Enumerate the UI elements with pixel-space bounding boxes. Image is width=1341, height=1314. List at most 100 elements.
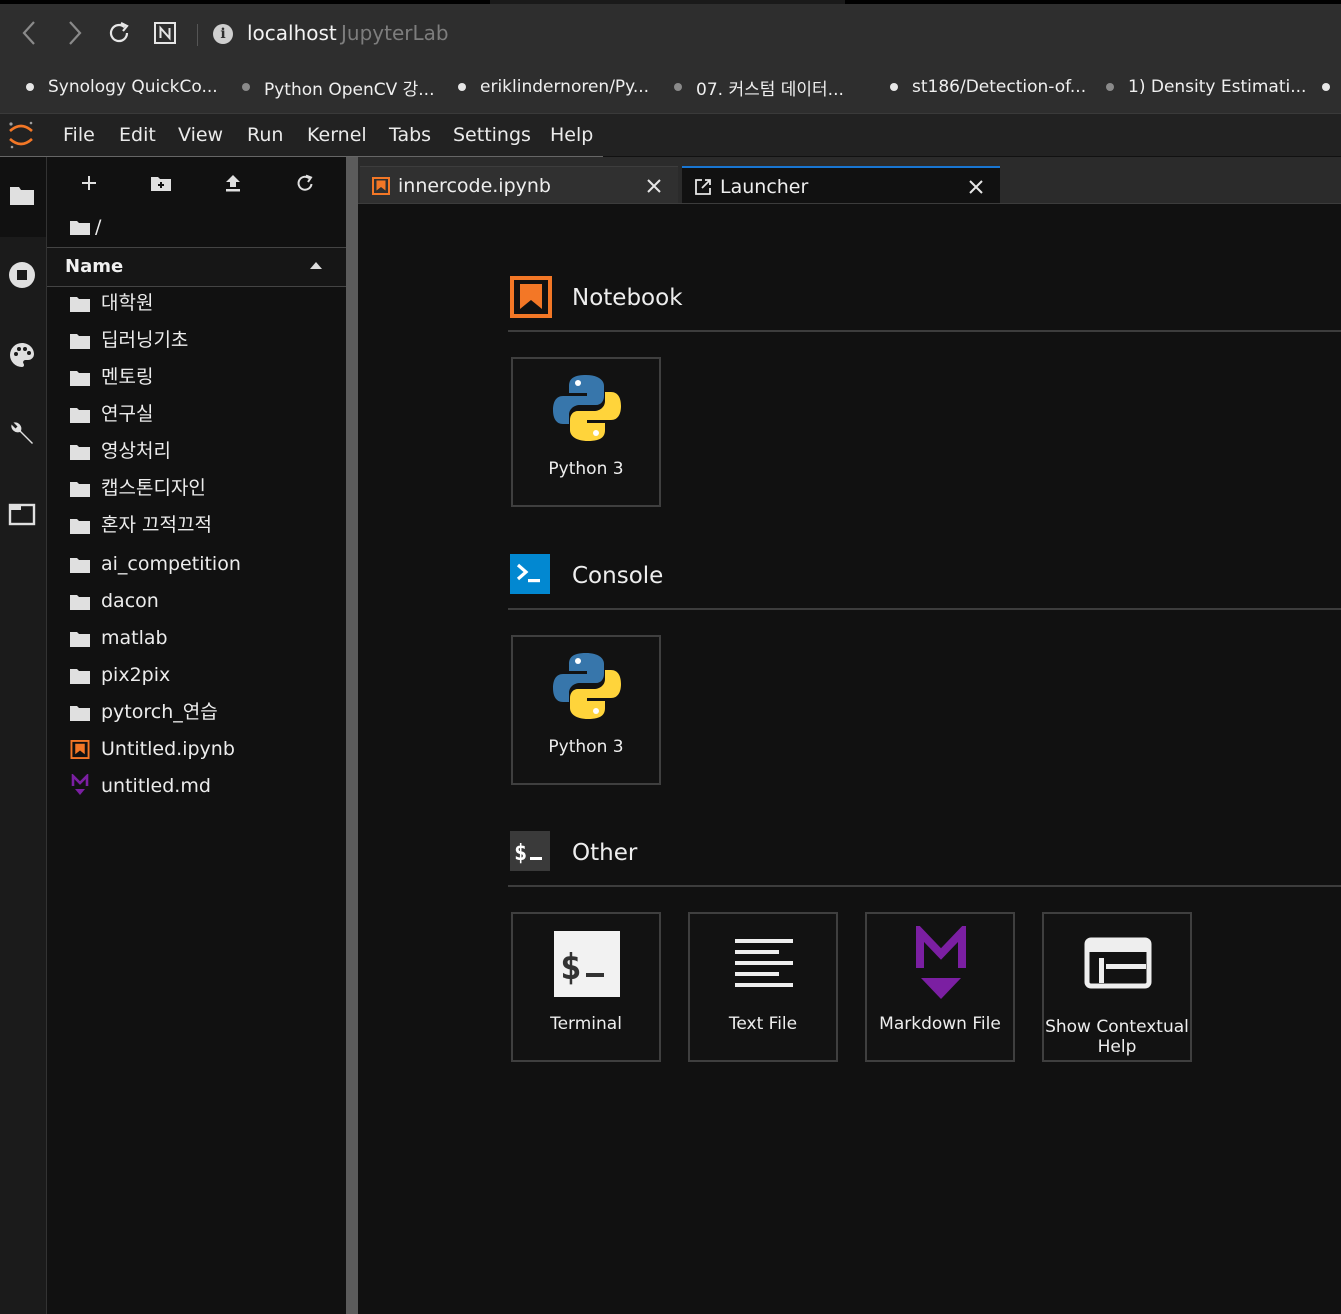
file-name: 멘토링 [101,366,154,388]
launcher-card-text-file[interactable]: Text File [688,912,838,1062]
card-label: Python 3 [548,737,624,757]
section-divider [508,885,1341,887]
wrench-icon[interactable] [8,419,36,447]
close-icon[interactable] [966,177,986,197]
file-list-item[interactable]: matlab [47,620,346,657]
file-list-item[interactable]: 영상처리 [47,433,346,470]
site-info-icon[interactable]: i [213,24,233,44]
bookmark-item[interactable]: 07. 커스텀 데이터... [674,74,844,100]
file-list-item[interactable]: 혼자 끄적끄적 [47,507,346,544]
tabs-icon[interactable] [8,500,36,528]
file-list-item[interactable]: ai_competition [47,546,346,583]
file-list-item[interactable]: 대학원 [47,285,346,322]
file-name: dacon [101,590,159,612]
folder-icon [70,334,90,349]
folder-icon [70,482,90,497]
file-name: pytorch_연습 [101,701,218,723]
bookmark-item[interactable]: Python OpenCV 강... [242,74,435,100]
launcher-card-notebook-python3[interactable]: Python 3 [511,357,661,507]
menu-settings[interactable]: Settings [453,122,531,148]
file-browser: / Name 대학원 딥러닝기초 멘토링 연구실 영상처리 캡스톤디자인 혼자 … [47,157,346,1314]
launcher-panel: Notebook Python 3 Console Python 3 $ Oth… [358,204,1341,1314]
folder-icon [70,632,90,647]
file-list-item[interactable]: 멘토링 [47,359,346,396]
card-label: Show Contextual Help [1045,1017,1189,1057]
palette-icon[interactable] [8,341,36,369]
extension-n-icon [154,22,176,44]
notebook-section-icon [510,276,552,318]
forward-button[interactable] [59,18,89,48]
python-logo-icon [553,375,621,441]
bookmark-dot-icon [1322,83,1330,91]
reload-button[interactable] [104,18,134,48]
back-button[interactable] [15,18,45,48]
close-icon[interactable] [644,176,664,196]
launcher-card-console-python3[interactable]: Python 3 [511,635,661,785]
card-label: Python 3 [548,459,624,479]
bookmark-label: 07. 커스텀 데이터... [696,79,844,100]
section-title-other: Other [572,840,638,866]
running-sessions-icon[interactable] [8,261,36,289]
launcher-card-terminal[interactable]: $ Terminal [511,912,661,1062]
name-column-header[interactable]: Name [65,256,123,277]
sidebar-splitter[interactable] [346,157,358,1314]
file-name: 연구실 [101,403,154,425]
url-host[interactable]: localhost [247,18,337,48]
bookmark-item[interactable]: 1) Density Estimati... [1106,74,1306,100]
bookmark-item[interactable]: st186/Detection-of... [890,74,1086,100]
file-list-item[interactable]: 연구실 [47,396,346,433]
jupyter-logo-icon[interactable] [6,120,36,150]
bookmarks-bar: Synology QuickCo... Python OpenCV 강... e… [0,62,1341,114]
browser-navbar: i localhost JupyterLab [0,4,1341,62]
terminal-icon: $ [554,931,620,997]
sort-caret-up-icon [310,262,322,269]
launcher-card-markdown-file[interactable]: Markdown File [865,912,1015,1062]
file-list-item[interactable]: pytorch_연습 [47,694,346,731]
file-list-item[interactable]: Untitled.ipynb [47,731,346,768]
tab-innercode[interactable]: innercode.ipynb [360,166,678,205]
menu-file[interactable]: File [63,122,95,148]
bookmark-overflow[interactable] [1322,74,1341,100]
reload-icon [109,22,129,43]
folder-icon[interactable] [8,181,36,209]
upload-icon [226,175,240,192]
plus-icon [82,176,96,190]
refresh-button[interactable] [291,169,319,197]
file-name: 캡스톤디자인 [101,477,206,499]
file-list-item[interactable]: dacon [47,583,346,620]
menu-help[interactable]: Help [550,122,593,148]
notebook-icon [70,740,90,759]
notebook-icon [372,177,390,195]
file-list-item[interactable]: 캡스톤디자인 [47,470,346,507]
file-list-item[interactable]: 딥러닝기초 [47,322,346,359]
file-list-item[interactable]: untitled.md [47,768,346,805]
card-label: Text File [728,1014,798,1034]
file-list-header[interactable]: Name [47,247,346,287]
menu-kernel[interactable]: Kernel [307,122,367,148]
new-folder-button[interactable] [147,169,175,197]
folder-icon [70,669,90,684]
menu-view[interactable]: View [178,122,223,148]
new-launcher-button[interactable] [75,169,103,197]
bookmark-item[interactable]: Synology QuickCo... [26,74,218,100]
section-divider [508,608,1341,610]
breadcrumb[interactable]: / [69,215,101,239]
extension-button[interactable] [150,18,180,48]
new-folder-icon [151,177,171,191]
menu-edit[interactable]: Edit [119,122,156,148]
file-list-item[interactable]: pix2pix [47,657,346,694]
menu-tabs[interactable]: Tabs [389,122,431,148]
url-page-title[interactable]: JupyterLab [341,18,449,48]
terminal-section-icon: $ [510,831,550,871]
chevron-right-icon [69,21,82,45]
breadcrumb-path: / [95,216,102,238]
bookmark-item[interactable]: eriklindernoren/Py... [458,74,649,100]
bookmark-dot-icon [890,83,898,91]
launcher-card-contextual-help[interactable]: Show Contextual Help [1042,912,1192,1062]
launcher-icon [695,179,711,195]
folder-icon [70,445,90,460]
tab-launcher[interactable]: Launcher [682,166,1000,206]
upload-button[interactable] [219,169,247,197]
menu-run[interactable]: Run [247,122,283,148]
bookmark-label: eriklindernoren/Py... [480,77,650,97]
